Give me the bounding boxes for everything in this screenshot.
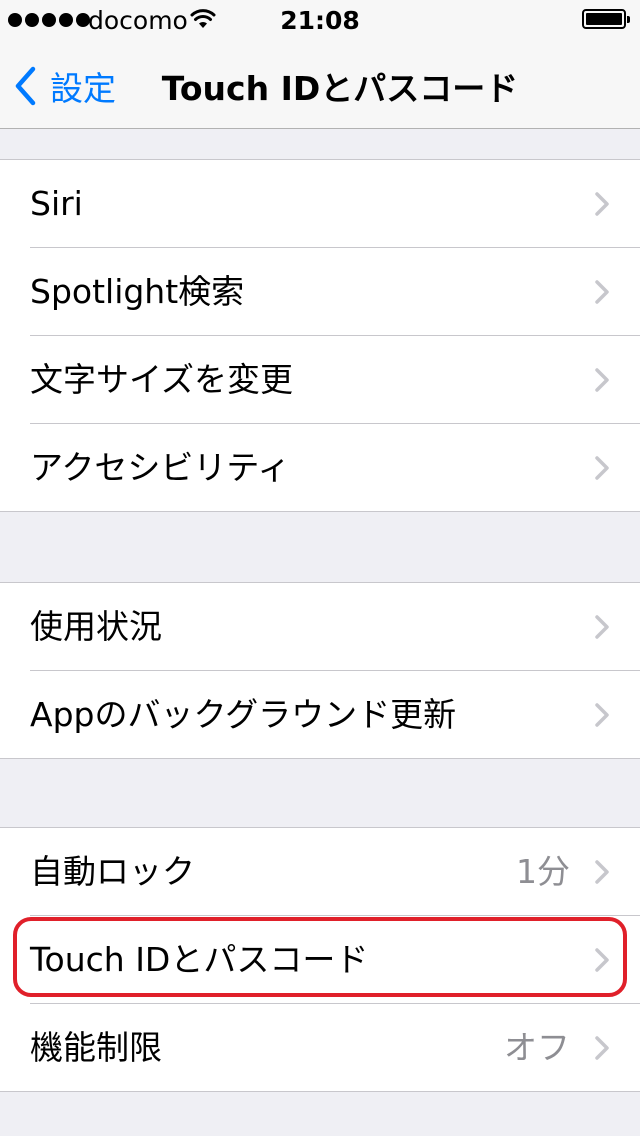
settings-row-background-refresh[interactable]: Appのバックグラウンド更新: [30, 671, 640, 758]
chevron-right-icon: [594, 702, 610, 732]
chevron-right-icon: [594, 191, 610, 221]
settings-row-spotlight[interactable]: Spotlight検索: [30, 248, 640, 336]
chevron-right-icon: [594, 859, 610, 889]
chevron-right-icon: [594, 455, 610, 485]
row-value: 1分: [516, 852, 570, 891]
navigation-bar: 設定 Touch IDとパスコード: [0, 40, 640, 129]
page-title: Touch IDとパスコード: [161, 69, 519, 108]
row-label: アクセシビリティ: [30, 448, 291, 487]
settings-row-accessibility[interactable]: アクセシビリティ: [30, 424, 640, 511]
settings-group-3: 自動ロック 1分 Touch IDとパスコード 機能制限 オフ: [0, 827, 640, 1092]
row-label: Spotlight検索: [30, 272, 245, 311]
chevron-right-icon: [594, 279, 610, 309]
chevron-right-icon: [594, 367, 610, 397]
battery-icon: [582, 9, 630, 29]
settings-row-restrictions[interactable]: 機能制限 オフ: [30, 1004, 640, 1091]
row-label: 自動ロック: [30, 852, 195, 891]
row-label: 使用状況: [30, 607, 162, 646]
settings-row-touch-id-passcode[interactable]: Touch IDとパスコード: [30, 916, 640, 1004]
row-label: Touch IDとパスコード: [30, 940, 369, 979]
status-bar: docomo 21:08: [0, 0, 640, 40]
settings-row-auto-lock[interactable]: 自動ロック 1分: [30, 828, 640, 916]
settings-group-1: Siri Spotlight検索 文字サイズを変更 アクセシビリティ: [0, 159, 640, 512]
chevron-right-icon: [594, 947, 610, 977]
row-label: 文字サイズを変更: [30, 360, 294, 399]
row-label: 機能制限: [30, 1028, 162, 1067]
status-time: 21:08: [280, 6, 360, 35]
settings-group-2: 使用状況 Appのバックグラウンド更新: [0, 582, 640, 759]
settings-row-usage[interactable]: 使用状況: [30, 583, 640, 671]
row-label: Appのバックグラウンド更新: [30, 695, 457, 734]
chevron-right-icon: [594, 614, 610, 644]
settings-row-siri[interactable]: Siri: [30, 160, 640, 248]
chevron-right-icon: [594, 1035, 610, 1065]
row-label: Siri: [30, 184, 83, 223]
row-value: オフ: [504, 1028, 570, 1067]
settings-row-text-size[interactable]: 文字サイズを変更: [30, 336, 640, 424]
